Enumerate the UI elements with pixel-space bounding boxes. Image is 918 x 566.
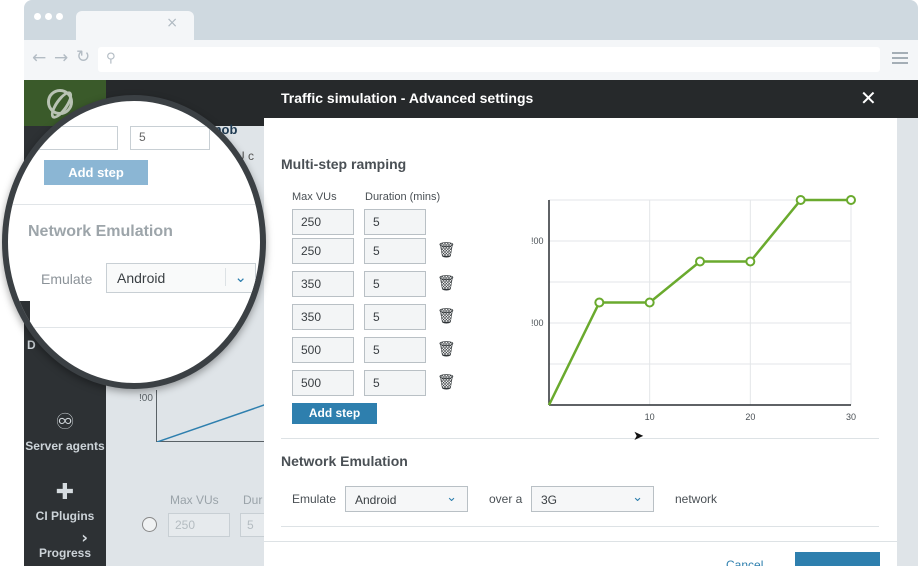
magnified-emulate-label: Emulate (41, 271, 93, 287)
duration-input[interactable]: 5 (364, 271, 426, 297)
max-vus-input[interactable]: 250 (292, 238, 354, 264)
modal-title: Traffic simulation - Advanced settings (281, 90, 534, 106)
bg-axis-tick: !00 (139, 393, 153, 404)
window-control-dot[interactable] (56, 13, 63, 20)
network-label: network (675, 492, 718, 506)
magnified-divider (8, 327, 260, 328)
trash-icon[interactable]: 🗑 (437, 241, 456, 259)
bg-chart-line (157, 403, 267, 442)
sidebar-item-label: Progress (38, 546, 92, 560)
chart-x-tick-label: 10 (645, 412, 655, 422)
window-controls (34, 13, 63, 20)
window-control-dot[interactable] (34, 13, 41, 20)
duration-input[interactable]: 5 (364, 238, 426, 264)
bg-radio-button[interactable] (142, 517, 157, 532)
section-divider (281, 526, 879, 527)
chart-data-point (846, 195, 856, 205)
chart-y-tick-label: !00 (531, 236, 544, 246)
chevron-down-icon: ⌄ (632, 490, 643, 505)
magnified-sidebar (8, 301, 30, 383)
duration-input[interactable]: 5 (364, 209, 426, 235)
puzzle-icon: ✚ (55, 480, 75, 505)
browser-tab[interactable]: × (76, 11, 194, 40)
max-vus-input[interactable]: 350 (292, 304, 354, 330)
reload-icon[interactable]: ↻ (76, 47, 90, 67)
address-bar[interactable]: ⚲ (98, 47, 880, 72)
chart-data-point (695, 256, 705, 267)
search-icon: ⚲ (106, 51, 116, 66)
max-vus-input[interactable]: 500 (292, 337, 354, 363)
bg-max-vus-input[interactable]: 250 (168, 513, 230, 537)
duration-input[interactable]: 5 (364, 304, 426, 330)
chevron-down-icon: ⌄ (446, 490, 457, 505)
sidebar-item-ci-plugins[interactable]: ✚ CI Plugins (24, 480, 106, 523)
sidebar-item-label: CI Plugins (35, 509, 95, 523)
bg-duration-label: Dur (243, 493, 263, 507)
chart-series-line (547, 198, 851, 406)
chart-data-point (644, 297, 655, 308)
add-step-button[interactable]: Add step (292, 403, 377, 424)
network-select-value: 3G (541, 493, 558, 507)
magnified-divider (8, 204, 260, 205)
modal-gutter (897, 118, 918, 566)
duration-input[interactable]: 5 (364, 370, 426, 396)
tab-close-icon[interactable]: × (166, 15, 178, 31)
chevron-right-icon: › (81, 528, 88, 547)
magnifier-content: 5 Add step Network Emulation Emulate And… (8, 101, 260, 383)
chart-data-point (745, 256, 756, 267)
chart-y-tick-label: !00 (531, 318, 544, 328)
apply-button[interactable]: Apply (795, 552, 880, 566)
chart-x-tick-label: 30 (846, 412, 856, 422)
ramping-chart: 10 20 30 !00 !00 (531, 195, 856, 422)
chart-data-point (795, 195, 806, 205)
duration-input[interactable]: 5 (364, 337, 426, 363)
network-select[interactable]: 3G ⌄ (531, 486, 654, 512)
device-select-value: Android (355, 493, 397, 507)
chart-x-tick-label: 20 (745, 412, 755, 422)
trash-icon[interactable]: 🗑 (437, 373, 456, 391)
trash-icon[interactable]: 🗑 (437, 340, 456, 358)
emulate-label: Emulate (292, 492, 337, 506)
binoculars-icon: ♾ (55, 410, 75, 435)
magnified-device-value: Android (117, 270, 166, 286)
duration-column-header: Duration (mins) (365, 191, 441, 203)
bg-max-vus-label: Max VUs (170, 493, 219, 507)
trash-icon[interactable]: 🗑 (437, 307, 456, 325)
sidebar-item-label: Server agents (25, 439, 105, 453)
magnified-duration-input[interactable]: 5 (130, 126, 210, 150)
sidebar-item-server-agents[interactable]: ♾ Server agents (24, 410, 106, 453)
max-vus-input[interactable]: 500 (292, 370, 354, 396)
max-vus-input[interactable]: 350 (292, 271, 354, 297)
mouse-cursor-icon: ➤ (633, 429, 644, 444)
bg-chart (156, 390, 267, 442)
magnified-add-step-button[interactable]: Add step (44, 160, 148, 185)
trash-icon[interactable]: 🗑 (437, 274, 456, 292)
cancel-link[interactable]: Cancel (726, 558, 763, 566)
chevron-down-icon: ⌄ (225, 268, 247, 286)
magnified-network-title: Network Emulation (28, 223, 173, 240)
magnified-device-select[interactable]: Android ⌄ (106, 263, 256, 293)
max-vus-column-header: Max VUs (292, 191, 337, 203)
screenshot-root: × ← → ↻ ⚲ ♾ Server agents ✚ CI Plugins ›… (0, 0, 918, 566)
close-icon[interactable]: ✕ (860, 86, 877, 110)
back-icon[interactable]: ← (32, 48, 46, 68)
over-a-label: over a (489, 492, 523, 506)
max-vus-input[interactable]: 250 (292, 209, 354, 235)
ramping-section-title: Multi-step ramping (281, 156, 407, 172)
chart-data-point (594, 297, 605, 308)
bg-duration-input[interactable]: 5 (240, 513, 266, 537)
magnified-max-vus-input[interactable] (8, 126, 118, 150)
device-select[interactable]: Android ⌄ (345, 486, 468, 512)
forward-icon[interactable]: → (54, 48, 68, 68)
magnifier-lens: 5 Add step Network Emulation Emulate And… (2, 95, 266, 389)
window-control-dot[interactable] (45, 13, 52, 20)
hamburger-menu-icon[interactable] (892, 52, 908, 67)
sidebar-item-progress[interactable]: › Progress (24, 528, 106, 560)
section-divider (281, 438, 879, 439)
network-section-title: Network Emulation (281, 453, 408, 469)
modal-footer-divider (264, 541, 897, 542)
